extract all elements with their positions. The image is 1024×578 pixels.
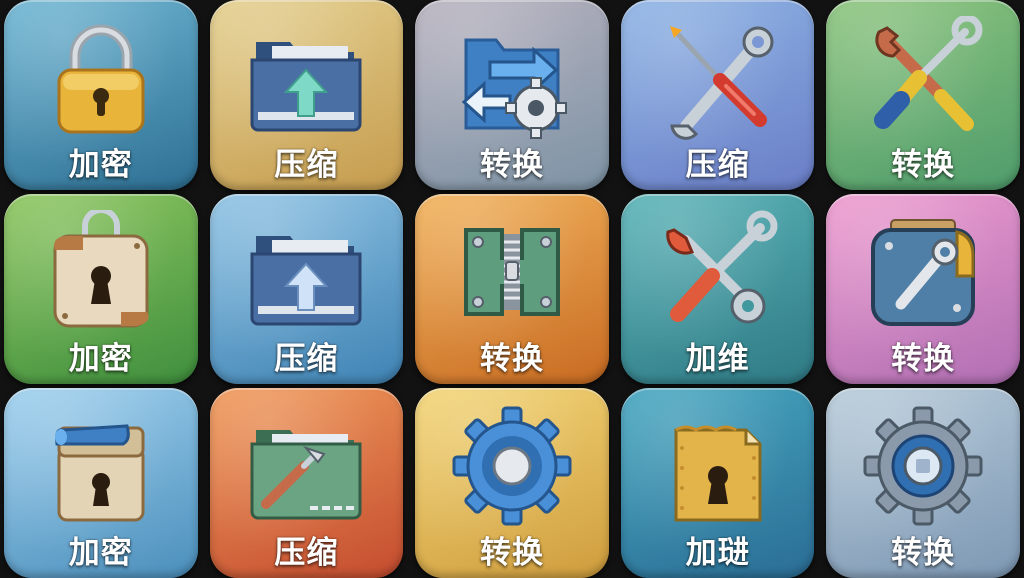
tile-label: 转换	[479, 341, 544, 377]
toolbox-wrench-icon	[861, 210, 985, 334]
wrench-screwdriver-icon	[861, 14, 985, 140]
folder-upload-icon	[244, 16, 368, 140]
gear-icon	[861, 404, 985, 528]
zipper-bracket-icon	[450, 210, 574, 334]
tile-label: 加密	[68, 147, 133, 183]
tile-compress[interactable]: 压缩	[209, 0, 404, 190]
folder-tools-icon	[244, 404, 368, 528]
tile-label: 加密	[68, 341, 133, 377]
tile-label: 转换	[891, 341, 956, 377]
tile-convert[interactable]: 转换	[415, 0, 609, 190]
tile-lock[interactable]: 加琎	[620, 388, 815, 578]
tile-convert[interactable]: 转换	[826, 194, 1020, 384]
tile-convert[interactable]: 转换	[415, 388, 609, 578]
padlock-icon	[39, 16, 163, 140]
tile-label: 转换	[891, 535, 956, 571]
gear-icon	[450, 404, 574, 528]
tile-convert[interactable]: 转换	[826, 388, 1020, 578]
folder-gear-arrows-icon	[450, 16, 574, 140]
tile-label: 压缩	[274, 341, 339, 377]
tile-compress[interactable]: 压缩	[209, 388, 404, 578]
folder-upload-icon	[244, 210, 368, 334]
icon-grid: 加密 压缩 转换 压缩 转换 加密 压缩 转换 加维 转换 加密 压缩 转换 加…	[0, 0, 1024, 578]
tile-label: 加密	[68, 535, 133, 571]
tile-encrypt[interactable]: 加密	[4, 0, 198, 190]
vault-lock-icon	[656, 404, 780, 528]
tile-label: 转换	[479, 147, 544, 183]
crossed-tools-icon	[656, 16, 780, 140]
tile-label: 加琎	[685, 535, 750, 571]
tile-label: 转换	[891, 147, 956, 183]
crossed-tools-icon	[656, 210, 780, 334]
tile-compress-tools[interactable]: 压缩	[620, 0, 815, 190]
tile-tools[interactable]: 加维	[620, 194, 815, 384]
tile-compress[interactable]: 压缩	[209, 194, 404, 384]
tile-label: 压缩	[274, 147, 339, 183]
tile-convert-tools[interactable]: 转换	[826, 0, 1020, 190]
tile-convert[interactable]: 转换	[415, 194, 609, 384]
tile-encrypt[interactable]: 加密	[4, 388, 198, 578]
crate-lock-icon	[39, 404, 163, 528]
tile-label: 压缩	[685, 147, 750, 183]
parchment-lock-icon	[39, 207, 163, 334]
tile-encrypt[interactable]: 加密	[4, 194, 198, 384]
tile-label: 加维	[685, 341, 750, 377]
tile-label: 压缩	[274, 535, 339, 571]
tile-label: 转换	[479, 535, 544, 571]
